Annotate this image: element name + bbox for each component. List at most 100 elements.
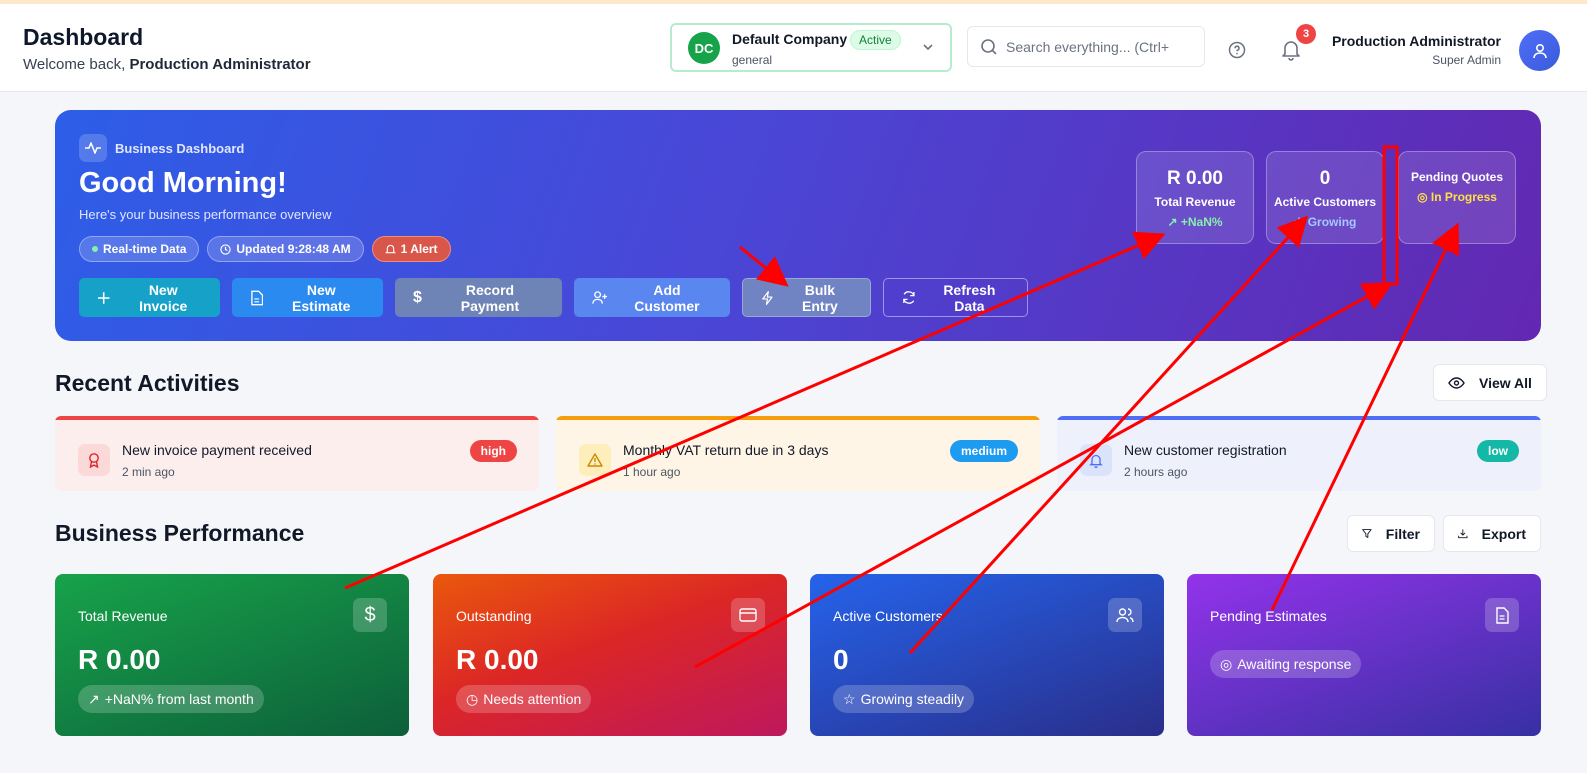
credit-card-icon	[731, 598, 765, 632]
add-customer-label: Add Customer	[634, 281, 700, 314]
target-icon: ◎	[1417, 190, 1431, 204]
clock-icon: ◷	[466, 690, 479, 707]
plus-icon	[97, 291, 110, 304]
top-header: Dashboard Welcome back, Production Admin…	[0, 4, 1587, 92]
search-input[interactable]	[1006, 36, 1196, 58]
company-avatar: DC	[688, 32, 720, 64]
record-payment-label: Record Payment	[460, 281, 520, 314]
perf-card-chip-text: Growing steadily	[860, 691, 965, 707]
award-icon	[78, 444, 110, 476]
company-sub: general	[732, 53, 773, 67]
bell-icon[interactable]	[1281, 39, 1301, 61]
bulk-entry-label: Bulk Entry	[802, 281, 838, 314]
refresh-data-button[interactable]: Refresh Data	[883, 278, 1028, 317]
new-invoice-button[interactable]: New Invoice	[79, 278, 220, 317]
hero-banner: Business Dashboard Good Morning! Here's …	[55, 110, 1541, 341]
clock-icon	[220, 243, 232, 255]
priority-badge: medium	[949, 440, 1018, 462]
perf-card-chip-text: +NaN% from last month	[104, 691, 254, 707]
record-payment-button[interactable]: $ Record Payment	[395, 278, 562, 317]
activity-card-customer[interactable]: New customer registration 2 hours ago lo…	[1057, 416, 1541, 491]
perf-card-label: Total Revenue	[78, 608, 168, 624]
stat-revenue-trend: ↗ +NaN%	[1137, 215, 1253, 229]
activity-card-payment[interactable]: New invoice payment received 2 min ago h…	[55, 416, 539, 491]
stat-customers-trend: ☆ Growing	[1267, 215, 1383, 229]
quick-actions: New Invoice New Estimate $ Record Payment…	[79, 278, 1028, 317]
refresh-icon	[903, 291, 915, 304]
perf-card-label: Pending Estimates	[1210, 608, 1327, 624]
activity-title: Monthly VAT return due in 3 days	[623, 442, 829, 458]
bell-icon	[384, 244, 396, 253]
stat-total-revenue: R 0.00 Total Revenue ↗ +NaN%	[1136, 151, 1254, 244]
star-icon: ☆	[843, 690, 856, 707]
dollar-icon: $	[413, 288, 422, 306]
filter-button[interactable]: Filter	[1347, 515, 1435, 552]
perf-card-outstanding[interactable]: Outstanding R 0.00 ◷ Needs attention	[433, 574, 787, 736]
activity-title: New invoice payment received	[122, 442, 312, 458]
activity-time: 2 hours ago	[1124, 465, 1188, 479]
stat-revenue-trend-text: +NaN%	[1180, 215, 1223, 229]
perf-card-pending-estimates[interactable]: Pending Estimates ◎ Awaiting response	[1187, 574, 1541, 736]
alert-pill[interactable]: 1 Alert	[371, 236, 451, 262]
activity-card-vat[interactable]: Monthly VAT return due in 3 days 1 hour …	[556, 416, 1040, 491]
eye-icon	[1448, 376, 1465, 389]
recent-activities-title: Recent Activities	[55, 370, 240, 396]
realtime-pill: Real-time Data	[79, 236, 200, 262]
welcome-user-name: Production Administrator	[129, 56, 311, 73]
perf-card-total-revenue[interactable]: Total Revenue $ R 0.00 ↗ +NaN% from last …	[55, 574, 409, 736]
activity-time: 2 min ago	[122, 465, 175, 479]
activity-icon	[79, 134, 107, 162]
activity-accent-bar	[1057, 416, 1541, 420]
stat-customers-label: Active Customers	[1273, 195, 1377, 209]
hero-greeting: Good Morning!	[79, 167, 287, 199]
warning-icon	[579, 444, 611, 476]
chevron-down-icon	[923, 44, 933, 51]
stat-customers-trend-text: Growing	[1307, 215, 1357, 229]
perf-card-value: R 0.00	[78, 644, 161, 675]
trend-up-icon: ↗	[88, 690, 100, 707]
global-search[interactable]	[967, 26, 1205, 67]
activity-title: New customer registration	[1124, 442, 1287, 458]
realtime-label: Real-time Data	[103, 242, 187, 256]
perf-card-value: 0	[833, 644, 849, 675]
activity-time: 1 hour ago	[623, 465, 681, 479]
add-customer-button[interactable]: Add Customer	[574, 278, 730, 317]
alert-label: 1 Alert	[400, 242, 438, 256]
perf-card-chip-text: Needs attention	[483, 691, 582, 707]
page-title: Dashboard	[23, 24, 144, 50]
new-estimate-button[interactable]: New Estimate	[232, 278, 383, 317]
lightning-icon	[762, 290, 773, 305]
view-all-label: View All	[1479, 374, 1532, 391]
filter-icon	[1362, 529, 1372, 538]
user-icon	[1532, 43, 1547, 58]
updated-label: Updated 9:28:48 AM	[236, 242, 351, 256]
hero-subtitle: Here's your business performance overvie…	[79, 207, 332, 222]
company-switcher[interactable]: DC Default Company Active general	[670, 23, 952, 72]
notification-count-badge: 3	[1296, 24, 1316, 44]
arrow-up-right-icon: ↗	[1167, 215, 1181, 229]
search-icon	[981, 39, 997, 55]
target-icon: ◎	[1220, 655, 1233, 672]
user-avatar[interactable]	[1519, 30, 1560, 71]
help-icon[interactable]	[1228, 41, 1246, 59]
new-estimate-label: New Estimate	[292, 281, 351, 314]
welcome-prefix: Welcome back,	[23, 56, 130, 73]
export-button[interactable]: Export	[1443, 515, 1541, 552]
activity-accent-bar	[556, 416, 1040, 420]
company-status-badge: Active	[850, 30, 901, 50]
updated-pill: Updated 9:28:48 AM	[207, 236, 364, 262]
users-icon	[1108, 598, 1142, 632]
stat-revenue-value: R 0.00	[1167, 168, 1223, 189]
perf-card-label: Active Customers	[833, 608, 943, 624]
perf-card-chip: ◷ Needs attention	[456, 685, 592, 713]
star-icon: ☆	[1293, 215, 1308, 229]
perf-card-chip: ↗ +NaN% from last month	[78, 685, 264, 713]
user-role: Super Admin	[1432, 53, 1501, 67]
perf-card-active-customers[interactable]: Active Customers 0 ☆ Growing steadily	[810, 574, 1164, 736]
bell-icon	[1080, 444, 1112, 476]
perf-card-chip-text: Awaiting response	[1237, 656, 1352, 672]
stat-active-customers: 0 Active Customers ☆ Growing	[1266, 151, 1384, 244]
perf-card-label: Outstanding	[456, 608, 532, 624]
view-all-button[interactable]: View All	[1433, 364, 1547, 401]
bulk-entry-button[interactable]: Bulk Entry	[742, 278, 871, 317]
